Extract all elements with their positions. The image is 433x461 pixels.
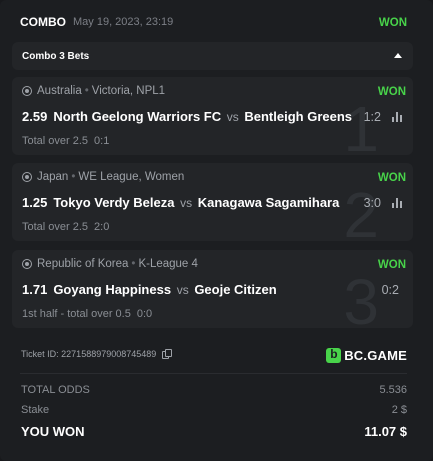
selection-match[interactable]: 2.59 North Geelong Warriors FC vs Bentlei… — [22, 109, 362, 124]
brand-name: BC.GAME — [344, 347, 407, 363]
bet-header: COMBO May 19, 2023, 23:19 WON — [20, 15, 413, 33]
total-odds-value: 5.536 — [379, 384, 407, 396]
stake-row: Stake 2 $ — [21, 404, 407, 416]
football-icon — [22, 172, 32, 182]
away-team: Geoje Citizen — [194, 282, 277, 297]
selection-league: Japan • WE League, Women — [22, 171, 184, 183]
vs-label: vs — [176, 283, 189, 297]
stats-icon[interactable] — [392, 198, 403, 208]
selection-market: 1st half - total over 0.5 0:0 — [22, 308, 152, 320]
vs-label: vs — [226, 110, 239, 124]
bet-selection: 3 Republic of Korea • K-League 4 WON 1.71 G… — [12, 250, 413, 328]
ticket-id: Ticket ID: 2271588979008745489 — [21, 349, 173, 359]
payout-row: YOU WON 11.07 $ — [21, 424, 407, 439]
total-odds-label: TOTAL ODDS — [21, 384, 90, 396]
bet-type-title: COMBO — [20, 15, 66, 29]
total-odds-row: TOTAL ODDS 5.536 — [21, 384, 407, 396]
market-result: 2:0 — [94, 221, 110, 233]
selection-status-badge: WON — [377, 172, 406, 184]
selection-league-name: K-League 4 — [138, 258, 198, 270]
selection-status-badge: WON — [377, 86, 406, 98]
home-team: Tokyo Verdy Beleza — [53, 195, 175, 210]
selection-match[interactable]: 1.25 Tokyo Verdy Beleza vs Kanagawa Sagam… — [22, 195, 362, 210]
bet-status-badge: WON — [378, 17, 407, 29]
stake-value: 2 $ — [391, 404, 407, 416]
market-result: 0:0 — [136, 308, 153, 320]
selection-country: Australia — [37, 85, 82, 97]
stake-label: Stake — [21, 404, 50, 416]
selection-score: 0:2 — [381, 283, 399, 297]
market-name: Total over 2.5 — [22, 135, 89, 147]
chevron-up-icon — [394, 53, 402, 58]
selection-market: Total over 2.5 0:1 — [22, 135, 109, 147]
combo-toggle-label: Combo 3 Bets — [22, 51, 90, 62]
selection-country: Republic of Korea — [37, 258, 129, 270]
selection-score: 1:2 — [363, 110, 381, 124]
brand-logo: BC.GAME — [326, 346, 407, 364]
selection-market: Total over 2.5 2:0 — [22, 221, 109, 233]
selection-odds: 2.59 — [22, 109, 48, 124]
away-team: Kanagawa Sagamihara — [197, 195, 340, 210]
copy-icon[interactable] — [162, 349, 173, 359]
selection-odds: 1.71 — [22, 282, 48, 297]
combo-toggle[interactable]: Combo 3 Bets — [12, 42, 413, 70]
separator-dot: • — [71, 171, 76, 183]
separator-dot: • — [84, 85, 89, 97]
selection-country: Japan — [37, 171, 69, 183]
market-name: Total over 2.5 — [22, 221, 89, 233]
ticket-id-label: Ticket ID: 2271588979008745489 — [21, 349, 157, 359]
bet-selection: 2 Japan • WE League, Women WON 1.25 Tokyo V… — [12, 163, 413, 241]
selection-number: 1 — [343, 93, 379, 155]
payout-label: YOU WON — [21, 424, 85, 439]
bet-card: COMBO May 19, 2023, 23:19 WON Combo 3 Be… — [0, 0, 433, 461]
football-icon — [22, 86, 32, 96]
selection-number: 2 — [343, 179, 379, 241]
bet-date: May 19, 2023, 23:19 — [73, 16, 174, 28]
vs-label: vs — [180, 196, 193, 210]
selection-score: 3:0 — [363, 196, 381, 210]
selection-odds: 1.25 — [22, 195, 48, 210]
bet-selection: 1 Australia • Victoria, NPL1 WON 2.59 North… — [12, 77, 413, 155]
home-team: Goyang Happiness — [53, 282, 172, 297]
market-result: 0:1 — [94, 135, 110, 147]
football-icon — [22, 259, 32, 269]
selection-number: 3 — [343, 266, 379, 328]
bc-logo-icon — [326, 347, 342, 363]
selection-league: Australia • Victoria, NPL1 — [22, 85, 165, 97]
divider — [20, 373, 407, 374]
payout-value: 11.07 $ — [364, 424, 407, 439]
selection-league-name: WE League, Women — [78, 171, 185, 183]
selection-league-name: Victoria, NPL1 — [91, 85, 166, 97]
away-team: Bentleigh Greens — [244, 109, 353, 124]
home-team: North Geelong Warriors FC — [53, 109, 222, 124]
selection-match[interactable]: 1.71 Goyang Happiness vs Geoje Citizen — [22, 282, 362, 297]
selection-status-badge: WON — [377, 259, 406, 271]
separator-dot: • — [131, 258, 136, 270]
stats-icon[interactable] — [392, 112, 403, 122]
market-name: 1st half - total over 0.5 — [22, 308, 131, 320]
selection-league: Republic of Korea • K-League 4 — [22, 258, 198, 270]
